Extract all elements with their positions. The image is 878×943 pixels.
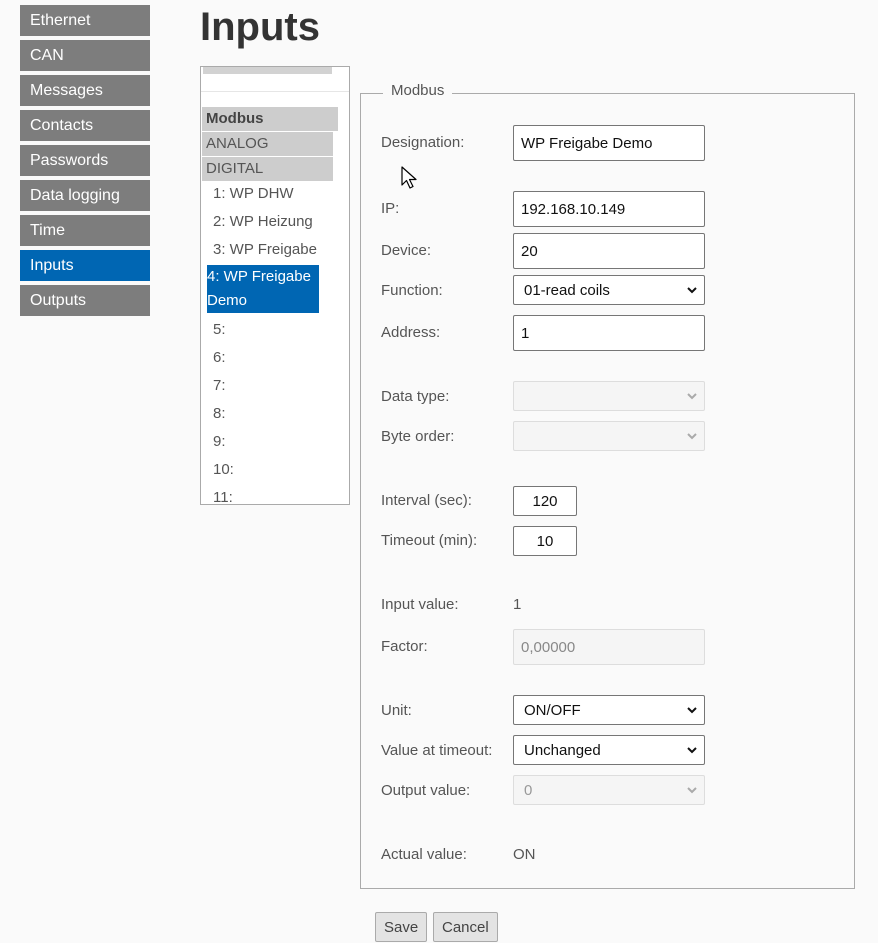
interval-input[interactable]: 120 — [513, 486, 577, 516]
ip-input[interactable]: 192.168.10.149 — [513, 191, 705, 227]
tree-item-10[interactable]: 10: — [213, 460, 234, 480]
tree-item-11[interactable]: 11: — [213, 488, 233, 504]
designation-input[interactable]: WP Freigabe Demo — [513, 125, 705, 161]
timeout-value: 10 — [536, 532, 554, 550]
value-at-timeout-select[interactable]: Unchanged — [513, 735, 705, 765]
nav-item-passwords[interactable]: Passwords — [20, 145, 150, 176]
interval-value: 120 — [532, 492, 558, 510]
nav-item-can[interactable]: CAN — [20, 40, 150, 71]
fieldset-legend: Modbus — [383, 82, 453, 99]
nav-item-time[interactable]: Time — [20, 215, 150, 246]
unit-select[interactable]: ON/OFF — [513, 695, 705, 725]
address-value: 1 — [521, 324, 530, 342]
output-value-label: Output value: — [381, 782, 471, 799]
unit-label: Unit: — [381, 702, 412, 719]
address-input[interactable]: 1 — [513, 315, 705, 351]
device-value: 20 — [521, 242, 538, 260]
actual-value-label: Actual value: — [381, 846, 467, 863]
factor-value: 0,00000 — [521, 638, 576, 656]
page-title: Inputs — [200, 5, 320, 49]
nav-item-inputs[interactable]: Inputs — [20, 250, 150, 281]
chevron-down-icon — [686, 784, 698, 796]
nav-item-outputs[interactable]: Outputs — [20, 285, 150, 316]
output-value-select[interactable]: 0 — [513, 775, 705, 805]
address-label: Address: — [381, 324, 441, 341]
mouse-cursor-icon — [401, 166, 421, 197]
data-type-label: Data type: — [381, 388, 450, 405]
ip-value: 192.168.10.149 — [521, 200, 626, 218]
nav-item-contacts[interactable]: Contacts — [20, 110, 150, 141]
device-label: Device: — [381, 242, 432, 259]
tree-divider — [201, 91, 349, 92]
actual-value: ON — [513, 846, 536, 863]
device-input[interactable]: 20 — [513, 233, 705, 269]
tree-category-analog[interactable]: ANALOG — [202, 132, 333, 156]
tree-scroll-header — [203, 67, 332, 74]
output-value-value: 0 — [524, 781, 533, 799]
side-nav: Ethernet CAN Messages Contacts Passwords… — [20, 5, 150, 320]
tree-item-1[interactable]: 1: WP DHW — [213, 184, 294, 204]
tree-item-5[interactable]: 5: — [213, 320, 226, 340]
input-tree[interactable]: Modbus ANALOG DIGITAL 1: WP DHW 2: WP He… — [200, 66, 350, 505]
tree-item-4-label: 4: WP Freigabe Demo — [207, 268, 311, 309]
value-at-timeout-value: Unchanged — [524, 741, 601, 759]
cancel-button[interactable]: Cancel — [433, 912, 498, 942]
nav-item-messages[interactable]: Messages — [20, 75, 150, 106]
input-value-label: Input value: — [381, 596, 459, 613]
interval-label: Interval (sec): — [381, 492, 472, 509]
ip-label: IP: — [381, 200, 400, 217]
tree-item-4-selected[interactable]: 4: WP Freigabe Demo — [207, 265, 319, 313]
tree-category-modbus[interactable]: Modbus — [202, 107, 338, 131]
chevron-down-icon — [686, 430, 698, 442]
tree-item-8[interactable]: 8: — [213, 404, 226, 424]
chevron-down-icon — [686, 284, 698, 296]
timeout-input[interactable]: 10 — [513, 526, 577, 556]
chevron-down-icon — [686, 744, 698, 756]
byte-order-label: Byte order: — [381, 428, 455, 445]
tree-item-7[interactable]: 7: — [213, 376, 226, 396]
tree-item-6[interactable]: 6: — [213, 348, 226, 368]
tree-item-9[interactable]: 9: — [213, 432, 226, 452]
tree-item-3[interactable]: 3: WP Freigabe — [213, 240, 317, 260]
data-type-select[interactable] — [513, 381, 705, 411]
timeout-label: Timeout (min): — [381, 532, 478, 549]
tree-category-digital[interactable]: DIGITAL — [202, 157, 333, 181]
unit-value: ON/OFF — [524, 701, 581, 719]
nav-item-data-logging[interactable]: Data logging — [20, 180, 150, 211]
factor-label: Factor: — [381, 638, 428, 655]
function-value: 01-read coils — [524, 281, 610, 299]
function-label: Function: — [381, 282, 443, 299]
chevron-down-icon — [686, 704, 698, 716]
value-at-timeout-label: Value at timeout: — [381, 742, 493, 759]
chevron-down-icon — [686, 390, 698, 402]
designation-value: WP Freigabe Demo — [521, 134, 653, 152]
factor-input[interactable]: 0,00000 — [513, 629, 705, 665]
save-button[interactable]: Save — [375, 912, 428, 942]
designation-label: Designation: — [381, 134, 465, 151]
input-value: 1 — [513, 596, 522, 613]
tree-item-2[interactable]: 2: WP Heizung — [213, 212, 313, 232]
function-select[interactable]: 01-read coils — [513, 275, 705, 305]
nav-item-ethernet[interactable]: Ethernet — [20, 5, 150, 36]
byte-order-select[interactable] — [513, 421, 705, 451]
